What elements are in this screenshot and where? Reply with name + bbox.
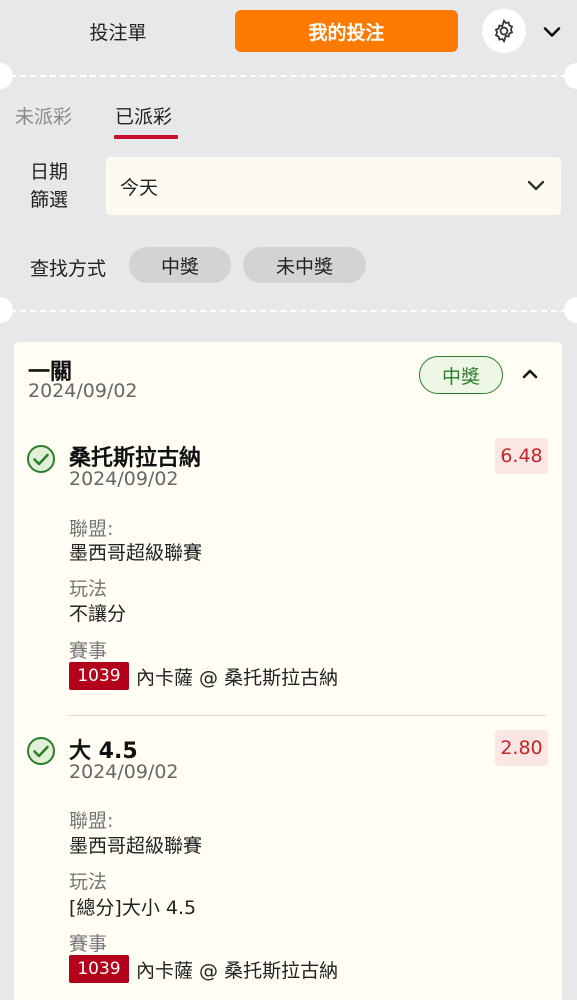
active-tab-indicator	[114, 135, 178, 139]
selection-date: 2024/09/02	[69, 468, 179, 490]
market-label: 玩法	[69, 578, 108, 600]
bet-card: 一關 2024/09/02 中獎 桑托斯拉古納 2024/09/02 6.48 …	[14, 342, 562, 1000]
ticket-notch	[0, 297, 13, 323]
filter-lose-button[interactable]: 未中獎	[243, 247, 366, 283]
selection-separator	[69, 715, 546, 716]
date-filter-value: 今天	[120, 176, 159, 199]
event-row: 1039 內卡薩 @ 桑托斯拉古納	[69, 955, 338, 983]
league-label: 聯盟:	[69, 518, 114, 540]
chevron-down-icon	[527, 180, 545, 191]
event-teams: 內卡薩 @ 桑托斯拉古納	[136, 959, 339, 982]
league-value: 墨西哥超級聯賽	[69, 835, 203, 857]
tab-my-bets[interactable]: 我的投注	[235, 10, 458, 52]
ticket-notch	[564, 297, 577, 323]
market-value: [總分]大小 4.5	[69, 897, 197, 919]
event-code-badge: 1039	[69, 955, 129, 983]
market-value: 不讓分	[69, 603, 127, 625]
league-label: 聯盟:	[69, 810, 114, 832]
event-label: 賽事	[69, 640, 108, 662]
expand-header-button[interactable]	[540, 20, 564, 44]
event-code-badge: 1039	[69, 662, 129, 690]
date-filter-select[interactable]: 今天	[106, 157, 561, 215]
result-badge: 中獎	[419, 356, 503, 394]
ticket-notch	[564, 63, 577, 89]
check-circle-icon	[27, 445, 55, 473]
tab-settled[interactable]: 已派彩	[115, 102, 172, 129]
date-filter-label-text: 日期 篩選	[30, 161, 69, 211]
league-value: 墨西哥超級聯賽	[69, 542, 203, 564]
date-filter-label: 日期 篩選	[30, 158, 90, 214]
settings-button[interactable]	[482, 9, 526, 53]
market-label: 玩法	[69, 871, 108, 893]
event-label: 賽事	[69, 933, 108, 955]
chevron-up-icon[interactable]	[518, 362, 542, 386]
ticket-notch	[0, 63, 13, 89]
selection-date: 2024/09/02	[69, 761, 179, 783]
chevron-down-icon	[543, 27, 561, 37]
bet-date: 2024/09/02	[28, 380, 138, 402]
ticket-divider	[0, 75, 577, 77]
event-teams: 內卡薩 @ 桑托斯拉古納	[136, 666, 339, 689]
find-by-label: 查找方式	[30, 258, 107, 280]
tab-bet-slip[interactable]: 投注單	[40, 10, 196, 52]
odds-badge: 2.80	[495, 730, 548, 766]
gear-icon	[494, 18, 514, 44]
ticket-divider	[0, 310, 577, 312]
filter-win-button[interactable]: 中獎	[129, 247, 231, 283]
event-row: 1039 內卡薩 @ 桑托斯拉古納	[69, 662, 338, 690]
check-circle-icon	[27, 737, 55, 765]
odds-badge: 6.48	[495, 438, 548, 474]
header-bar: 投注單 我的投注	[0, 0, 577, 64]
tab-unsettled[interactable]: 未派彩	[15, 102, 72, 129]
